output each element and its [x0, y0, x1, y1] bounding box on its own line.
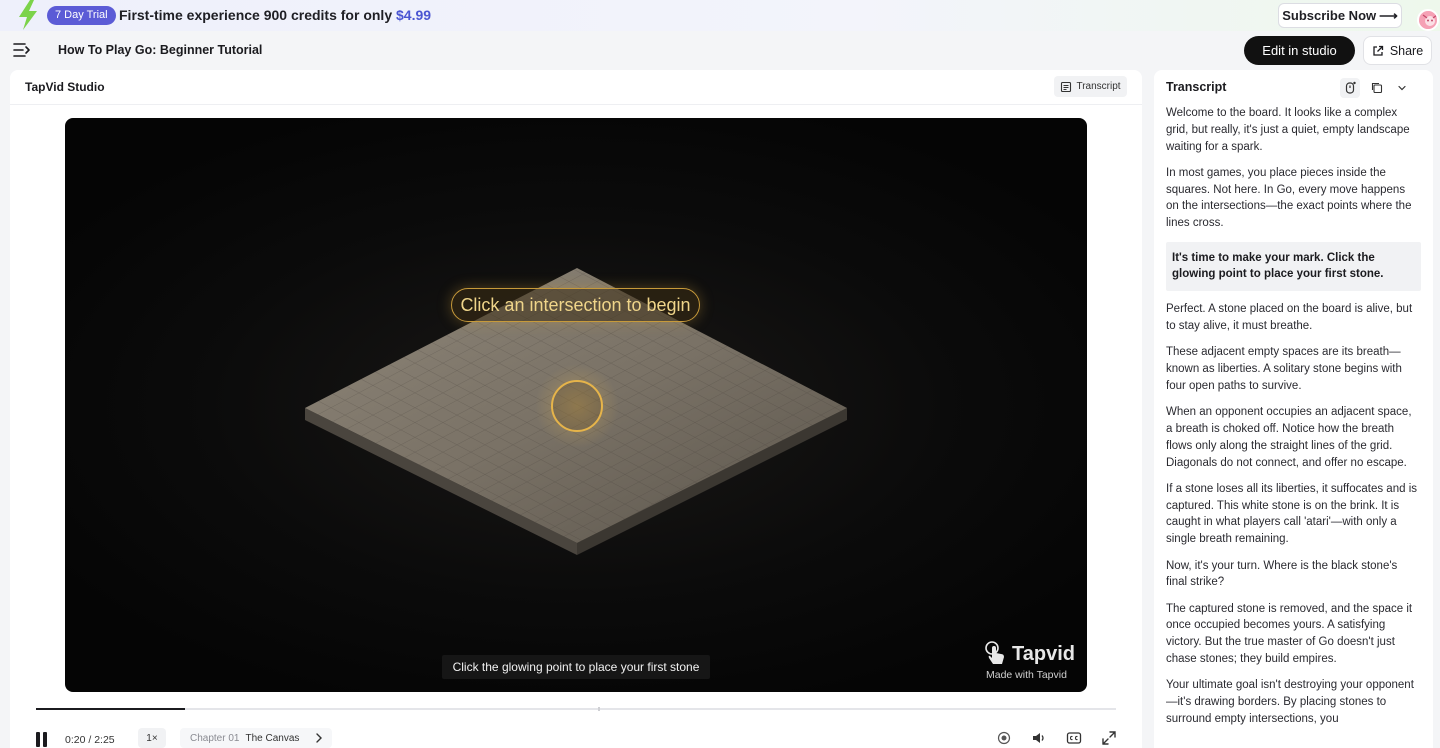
transcript-paragraph[interactable]: Your ultimate goal isn't destroying your… — [1166, 677, 1421, 727]
chevron-right-icon — [316, 733, 322, 743]
copy-icon[interactable] — [1370, 81, 1384, 95]
transcript-paragraph[interactable]: When an opponent occupies an adjacent sp… — [1166, 404, 1421, 471]
transcript-paragraph[interactable]: In most games, you place pieces inside t… — [1166, 165, 1421, 232]
volume-icon[interactable] — [1031, 730, 1047, 746]
transcript-panel: Transcript Welcome to the board. It look… — [1154, 70, 1433, 748]
promo-banner: 7 Day Trial First-time experience 900 cr… — [0, 0, 1440, 31]
intersection-callout: Click an intersection to begin — [451, 288, 700, 322]
top-header: How To Play Go: Beginner Tutorial Edit i… — [0, 31, 1440, 70]
record-icon[interactable] — [996, 730, 1012, 746]
pause-icon[interactable] — [34, 731, 50, 748]
video-player[interactable]: Click an intersection to begin Click the… — [65, 118, 1087, 692]
video-caption: Click the glowing point to place your fi… — [442, 655, 710, 679]
transcript-paragraph-active[interactable]: It's time to make your mark. Click the g… — [1166, 241, 1421, 292]
timer-button[interactable] — [1340, 78, 1360, 98]
transcript-actions — [1340, 78, 1420, 98]
brand-name: Tapvid — [1012, 643, 1075, 665]
progress-bar[interactable] — [36, 707, 1116, 711]
progress-fill — [36, 708, 186, 710]
promo-message: First-time experience 900 credits for on… — [119, 7, 432, 23]
trial-badge: 7 Day Trial — [47, 6, 116, 25]
studio-name: TapVid Studio — [25, 80, 105, 94]
transcript-paragraph[interactable]: Now, it's your turn. Where is the black … — [1166, 558, 1421, 592]
transcript-paragraph[interactable]: The captured stone is removed, and the s… — [1166, 601, 1421, 668]
transcript-body: Welcome to the board. It looks like a co… — [1166, 105, 1421, 737]
transcript-icon — [1061, 81, 1072, 92]
chapter-marker — [597, 707, 600, 711]
transcript-title: Transcript — [1166, 80, 1227, 94]
transcript-paragraph[interactable]: These adjacent empty spaces are its brea… — [1166, 344, 1421, 394]
edit-in-studio-button[interactable]: Edit in studio — [1244, 36, 1355, 65]
arrow-right-icon: ⟶ — [1379, 7, 1398, 23]
time-display: 0:20 / 2:25 — [65, 734, 115, 746]
avatar[interactable] — [1417, 9, 1439, 31]
captions-icon[interactable] — [1066, 730, 1082, 746]
chapter-name: The Canvas — [245, 732, 300, 744]
avatar-icon — [1419, 11, 1437, 29]
player-controls: 0:20 / 2:25 1× Chapter 01 The Canvas — [10, 720, 1142, 748]
transcript-paragraph[interactable]: If a stone loses all its liberties, it s… — [1166, 481, 1421, 548]
hand-pointer-icon — [985, 641, 1004, 664]
subscribe-button[interactable]: Subscribe Now ⟶ — [1278, 3, 1402, 28]
timer-icon — [1345, 81, 1356, 94]
transcript-toggle-button[interactable]: Transcript — [1054, 76, 1127, 97]
chapter-label: Chapter 01 — [190, 732, 240, 744]
fullscreen-icon[interactable] — [1101, 730, 1117, 746]
studio-panel: TapVid Studio Transcript Click an inters… — [10, 70, 1142, 748]
brand-tagline: Made with Tapvid — [986, 669, 1067, 681]
promo-price: $4.99 — [396, 7, 432, 23]
transcript-paragraph[interactable]: Perfect. A stone placed on the board is … — [1166, 301, 1421, 335]
chapter-selector[interactable]: Chapter 01 The Canvas — [180, 728, 332, 748]
share-button[interactable]: Share — [1363, 36, 1432, 65]
chevron-down-icon[interactable] — [1396, 82, 1408, 94]
transcript-paragraph[interactable]: Welcome to the board. It looks like a co… — [1166, 105, 1421, 155]
tapvid-watermark: Tapvid Made with Tapvid — [982, 641, 1077, 681]
page-title: How To Play Go: Beginner Tutorial — [58, 43, 263, 57]
sidebar-toggle-icon[interactable] — [13, 42, 31, 58]
share-icon — [1373, 45, 1383, 56]
lightning-bolt-icon — [19, 0, 37, 30]
go-board-scene — [305, 268, 847, 555]
playback-speed-button[interactable]: 1× — [138, 728, 166, 748]
panel-divider — [10, 104, 1142, 105]
